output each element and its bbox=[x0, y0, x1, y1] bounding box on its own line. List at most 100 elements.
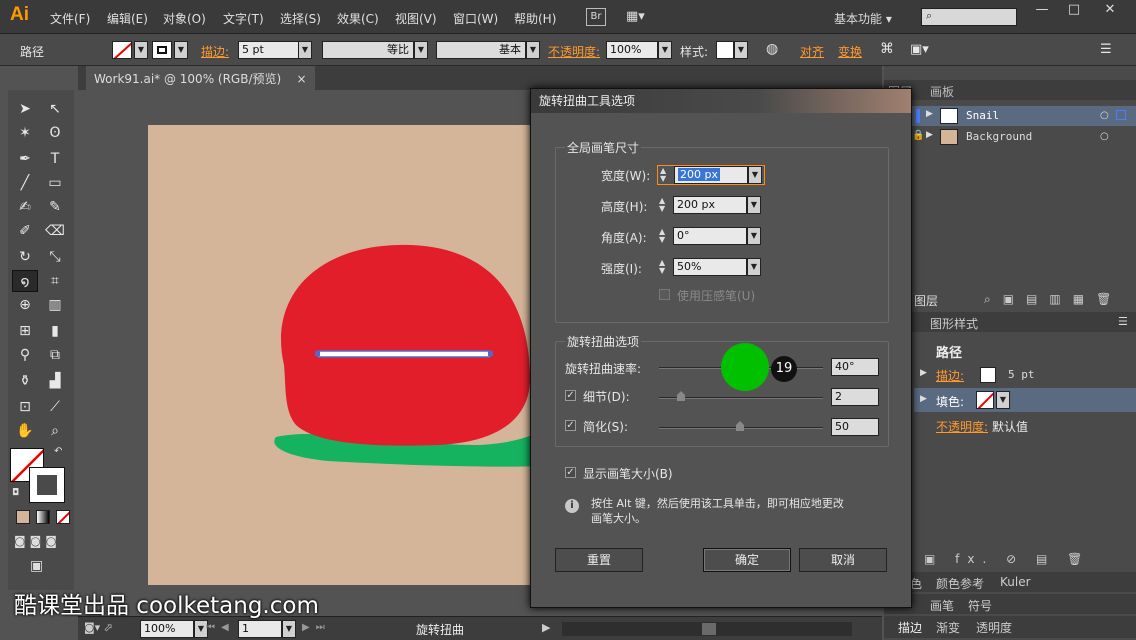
fill-swatch[interactable] bbox=[112, 41, 132, 59]
use-pressure-checkbox[interactable] bbox=[659, 289, 670, 300]
appearance-fill-row[interactable]: ▶ 填色: ▼ bbox=[914, 388, 1136, 412]
detail-checkbox[interactable]: ✓ bbox=[565, 390, 576, 401]
menu-object[interactable]: 对象(O) bbox=[163, 10, 206, 27]
fill-dropdown[interactable]: ▼ bbox=[134, 41, 148, 59]
zoom-tool-icon[interactable]: ⌕ bbox=[44, 420, 66, 442]
status-arrow-icon[interactable]: ▶ bbox=[542, 621, 550, 634]
layer-name[interactable]: Background bbox=[966, 130, 1032, 143]
intensity-dropdown[interactable]: ▼ bbox=[747, 258, 761, 276]
maximize-button[interactable]: □ bbox=[1058, 0, 1090, 22]
appearance-stroke-row[interactable]: ▶ 描边: 5 pt bbox=[914, 364, 1136, 386]
status-menu-icon[interactable]: ◙▾ ⬀ bbox=[84, 621, 113, 634]
tab-gradient[interactable]: 渐变 bbox=[936, 619, 960, 636]
stroke-label[interactable]: 描边: bbox=[201, 43, 229, 60]
layer-name[interactable]: Snail bbox=[966, 109, 999, 122]
current-tool-status[interactable]: 旋转扭曲 bbox=[416, 621, 464, 638]
blob-brush-tool-icon[interactable]: ✐ bbox=[14, 220, 36, 242]
spinner-icon[interactable]: ▲ ▼ bbox=[659, 197, 665, 213]
opacity-label[interactable]: 不透明度: bbox=[548, 43, 600, 60]
artboard-nav-prev-icons[interactable]: ⏮◀ bbox=[206, 622, 235, 633]
mesh-tool-icon[interactable]: ⊞ bbox=[14, 320, 36, 342]
twirl-rate-value[interactable]: 40° bbox=[831, 358, 879, 376]
close-tab-icon[interactable]: × bbox=[296, 72, 306, 86]
zoom-field[interactable]: 100% bbox=[140, 620, 194, 638]
menu-help[interactable]: 帮助(H) bbox=[514, 10, 556, 27]
menu-file[interactable]: 文件(F) bbox=[50, 10, 90, 27]
panel-menu-icon[interactable]: ☰ bbox=[1100, 42, 1112, 57]
brush-definition[interactable]: 基本 bbox=[436, 41, 526, 59]
brush-dropdown[interactable]: ▼ bbox=[526, 41, 540, 59]
isolate-icon[interactable]: ⌘ bbox=[880, 41, 894, 57]
menu-edit[interactable]: 编辑(E) bbox=[107, 10, 148, 27]
bridge-button[interactable]: Br bbox=[586, 8, 606, 26]
height-field[interactable]: ▲ ▼ 200 px ▼ bbox=[659, 196, 765, 216]
lock-icon[interactable]: 🔒 bbox=[912, 130, 924, 141]
options-icon[interactable]: ▣▾ bbox=[910, 42, 929, 57]
scrollbar-thumb[interactable] bbox=[702, 623, 716, 635]
lasso-tool-icon[interactable]: ʘ bbox=[44, 122, 66, 144]
fill-dropdown[interactable]: ▼ bbox=[996, 391, 1010, 409]
height-dropdown[interactable]: ▼ bbox=[747, 196, 761, 214]
layer-row-snail[interactable]: ▶ Snail ○ bbox=[912, 106, 1136, 126]
graphic-style-dropdown[interactable]: ▼ bbox=[734, 41, 748, 59]
direct-selection-tool-icon[interactable]: ↖ bbox=[44, 98, 66, 120]
tab-graphic-styles[interactable]: 图形样式 bbox=[930, 315, 978, 332]
expand-icon[interactable]: ▶ bbox=[926, 109, 933, 119]
menu-type[interactable]: 文字(T) bbox=[223, 10, 264, 27]
color-mode-icon[interactable] bbox=[16, 510, 30, 524]
screen-mode-icon[interactable]: ▣ bbox=[30, 558, 43, 574]
opacity-field[interactable]: 100% bbox=[606, 41, 658, 59]
menu-window[interactable]: 窗口(W) bbox=[453, 10, 498, 27]
default-colors-icon[interactable]: ◘ bbox=[12, 488, 19, 498]
tab-artboards[interactable]: 画板 bbox=[930, 83, 954, 100]
intensity-value[interactable]: 50% bbox=[673, 258, 747, 276]
free-transform-tool-icon[interactable]: ⌗ bbox=[44, 270, 66, 292]
cancel-button[interactable]: 取消 bbox=[799, 548, 887, 572]
stroke-color-box[interactable] bbox=[29, 467, 65, 503]
tab-transparency[interactable]: 透明度 bbox=[976, 619, 1012, 636]
appearance-footer-icons[interactable]: ▣ fx. ⊘ ▤ 🗑 bbox=[924, 552, 1090, 566]
rectangle-tool-icon[interactable]: ▭ bbox=[44, 172, 66, 194]
stroke-swatch[interactable] bbox=[152, 41, 172, 59]
expand-icon[interactable]: ▶ bbox=[920, 368, 927, 378]
rotate-tool-icon[interactable]: ↻ bbox=[14, 246, 36, 268]
layer-row-background[interactable]: 🔒 ▶ Background ○ bbox=[912, 127, 1136, 147]
workspace-switcher[interactable]: 基本功能 ▾ bbox=[834, 10, 892, 27]
angle-dropdown[interactable]: ▼ bbox=[747, 227, 761, 245]
layers-footer-icons[interactable]: ⌕▣▤▥▦🗑 bbox=[984, 292, 1123, 307]
angle-field[interactable]: ▲ ▼ 0° ▼ bbox=[659, 227, 765, 247]
document-tab[interactable]: Work91.ai* @ 100% (RGB/预览) × bbox=[86, 66, 315, 90]
panel-menu-icon[interactable]: ☰ bbox=[1118, 315, 1128, 328]
tab-kuler[interactable]: Kuler bbox=[1000, 575, 1031, 589]
gradient-mode-icon[interactable] bbox=[36, 510, 50, 524]
magic-wand-tool-icon[interactable]: ✶ bbox=[14, 122, 36, 144]
simplify-checkbox[interactable]: ✓ bbox=[565, 420, 576, 431]
artboard-tool-icon[interactable]: ⊡ bbox=[14, 396, 36, 418]
stroke-dropdown[interactable]: ▼ bbox=[174, 41, 188, 59]
menu-view[interactable]: 视图(V) bbox=[395, 10, 437, 27]
intensity-field[interactable]: ▲ ▼ 50% ▼ bbox=[659, 258, 765, 278]
width-dropdown[interactable]: ▼ bbox=[748, 166, 762, 184]
menu-select[interactable]: 选择(S) bbox=[280, 10, 321, 27]
spinner-icon[interactable]: ▲ ▼ bbox=[659, 228, 665, 244]
slice-tool-icon[interactable]: ⟋ bbox=[44, 396, 66, 418]
arrange-documents-icon[interactable]: ▦▾ bbox=[626, 9, 652, 25]
width-field[interactable]: ▲ ▼ 200 px ▼ bbox=[657, 165, 765, 185]
horizontal-scrollbar[interactable] bbox=[562, 622, 852, 636]
selection-indicator[interactable] bbox=[1116, 110, 1126, 120]
artboard-number-field[interactable]: 1 bbox=[238, 620, 282, 638]
graph-tool-icon[interactable]: ▟ bbox=[44, 370, 66, 392]
hand-tool-icon[interactable]: ✋ bbox=[14, 420, 36, 442]
paintbrush-tool-icon[interactable]: ✍ bbox=[14, 196, 36, 218]
pencil-tool-icon[interactable]: ✎ bbox=[44, 196, 66, 218]
selection-tool-icon[interactable]: ➤ bbox=[14, 98, 36, 120]
eraser-tool-icon[interactable]: ⌫ bbox=[44, 220, 66, 242]
fill-swatch[interactable] bbox=[976, 391, 994, 409]
none-mode-icon[interactable] bbox=[56, 510, 70, 524]
draw-mode-icon[interactable]: ◙◙◙ bbox=[14, 534, 61, 548]
reset-button[interactable]: 重置 bbox=[555, 548, 643, 572]
stroke-weight-dropdown[interactable]: ▼ bbox=[298, 41, 312, 59]
show-brush-size-checkbox[interactable]: ✓ bbox=[565, 467, 576, 478]
tab-symbols[interactable]: 符号 bbox=[968, 597, 992, 614]
pen-tool-icon[interactable]: ✒ bbox=[14, 148, 36, 170]
